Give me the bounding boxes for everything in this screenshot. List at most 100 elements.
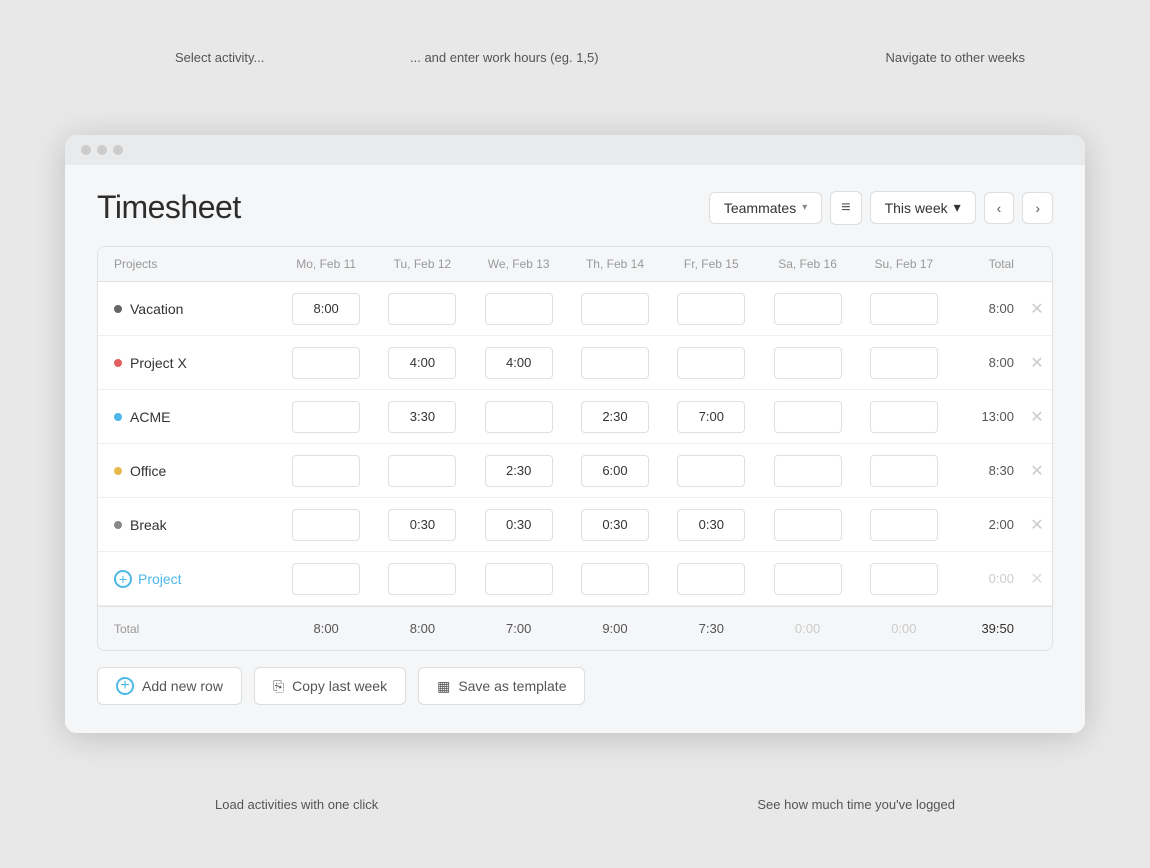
- teammates-dropdown[interactable]: Teammates ▾: [709, 192, 822, 224]
- break-sat-input[interactable]: [774, 509, 842, 541]
- add-tue[interactable]: [374, 557, 470, 601]
- break-fri[interactable]: [663, 503, 759, 547]
- office-tue[interactable]: [374, 449, 470, 493]
- add-thu[interactable]: [567, 557, 663, 601]
- add-sat-input[interactable]: [774, 563, 842, 595]
- add-mon-input[interactable]: [292, 563, 360, 595]
- add-sat[interactable]: [759, 557, 855, 601]
- add-wed[interactable]: [471, 557, 567, 601]
- acme-sat[interactable]: [759, 395, 855, 439]
- next-week-button[interactable]: ›: [1022, 192, 1053, 224]
- add-wed-input[interactable]: [485, 563, 553, 595]
- acme-sun[interactable]: [856, 395, 952, 439]
- add-remove-button[interactable]: ✕: [1022, 569, 1052, 589]
- acme-thu[interactable]: [567, 395, 663, 439]
- break-thu-input[interactable]: [581, 509, 649, 541]
- projectx-wed-input[interactable]: [485, 347, 553, 379]
- break-mon[interactable]: [278, 503, 374, 547]
- acme-mon[interactable]: [278, 395, 374, 439]
- break-wed[interactable]: [471, 503, 567, 547]
- add-thu-input[interactable]: [581, 563, 649, 595]
- projectx-sun-input[interactable]: [870, 347, 938, 379]
- vacation-sun[interactable]: [856, 287, 952, 331]
- add-sun-input[interactable]: [870, 563, 938, 595]
- vacation-fri[interactable]: [663, 287, 759, 331]
- acme-tue-input[interactable]: [388, 401, 456, 433]
- add-sun[interactable]: [856, 557, 952, 601]
- vacation-sat-input[interactable]: [774, 293, 842, 325]
- office-wed[interactable]: [471, 449, 567, 493]
- projectx-fri[interactable]: [663, 341, 759, 385]
- office-wed-input[interactable]: [485, 455, 553, 487]
- vacation-sat[interactable]: [759, 287, 855, 331]
- vacation-tue[interactable]: [374, 287, 470, 331]
- break-wed-input[interactable]: [485, 509, 553, 541]
- break-tue-input[interactable]: [388, 509, 456, 541]
- vacation-sun-input[interactable]: [870, 293, 938, 325]
- office-thu[interactable]: [567, 449, 663, 493]
- projectx-sun[interactable]: [856, 341, 952, 385]
- projectx-sat[interactable]: [759, 341, 855, 385]
- projectx-wed[interactable]: [471, 341, 567, 385]
- acme-mon-input[interactable]: [292, 401, 360, 433]
- break-remove-button[interactable]: ✕: [1022, 515, 1052, 535]
- break-sun-input[interactable]: [870, 509, 938, 541]
- acme-fri[interactable]: [663, 395, 759, 439]
- office-sun-input[interactable]: [870, 455, 938, 487]
- vacation-remove-button[interactable]: ✕: [1022, 299, 1052, 319]
- projectx-thu-input[interactable]: [581, 347, 649, 379]
- add-tue-input[interactable]: [388, 563, 456, 595]
- acme-sat-input[interactable]: [774, 401, 842, 433]
- projectx-sat-input[interactable]: [774, 347, 842, 379]
- office-sat[interactable]: [759, 449, 855, 493]
- add-fri-input[interactable]: [677, 563, 745, 595]
- office-mon-input[interactable]: [292, 455, 360, 487]
- projectx-mon-input[interactable]: [292, 347, 360, 379]
- save-as-template-button[interactable]: ▦ Save as template: [418, 667, 585, 705]
- acme-wed[interactable]: [471, 395, 567, 439]
- annotation-select-activity: Select activity...: [175, 50, 264, 65]
- office-thu-input[interactable]: [581, 455, 649, 487]
- add-fri[interactable]: [663, 557, 759, 601]
- projectx-tue[interactable]: [374, 341, 470, 385]
- vacation-thu-input[interactable]: [581, 293, 649, 325]
- projectx-mon[interactable]: [278, 341, 374, 385]
- vacation-fri-input[interactable]: [677, 293, 745, 325]
- office-remove-button[interactable]: ✕: [1022, 461, 1052, 481]
- projectx-remove-button[interactable]: ✕: [1022, 353, 1052, 373]
- vacation-wed-input[interactable]: [485, 293, 553, 325]
- office-sat-input[interactable]: [774, 455, 842, 487]
- add-mon[interactable]: [278, 557, 374, 601]
- grid-view-button[interactable]: ≡: [830, 191, 861, 225]
- break-mon-input[interactable]: [292, 509, 360, 541]
- add-new-row-button[interactable]: + Add new row: [97, 667, 242, 705]
- break-sun[interactable]: [856, 503, 952, 547]
- office-fri[interactable]: [663, 449, 759, 493]
- acme-fri-input[interactable]: [677, 401, 745, 433]
- projectx-fri-input[interactable]: [677, 347, 745, 379]
- acme-sun-input[interactable]: [870, 401, 938, 433]
- projectx-thu[interactable]: [567, 341, 663, 385]
- acme-tue[interactable]: [374, 395, 470, 439]
- acme-wed-input[interactable]: [485, 401, 553, 433]
- copy-last-week-button[interactable]: ⎘ Copy last week: [254, 667, 406, 705]
- break-fri-input[interactable]: [677, 509, 745, 541]
- break-thu[interactable]: [567, 503, 663, 547]
- acme-remove-button[interactable]: ✕: [1022, 407, 1052, 427]
- office-mon[interactable]: [278, 449, 374, 493]
- add-project-button[interactable]: + Project: [98, 562, 278, 596]
- vacation-wed[interactable]: [471, 287, 567, 331]
- office-tue-input[interactable]: [388, 455, 456, 487]
- vacation-tue-input[interactable]: [388, 293, 456, 325]
- office-fri-input[interactable]: [677, 455, 745, 487]
- this-week-button[interactable]: This week ▾: [870, 191, 976, 224]
- vacation-mon[interactable]: [278, 287, 374, 331]
- office-sun[interactable]: [856, 449, 952, 493]
- vacation-mon-input[interactable]: [292, 293, 360, 325]
- break-tue[interactable]: [374, 503, 470, 547]
- acme-thu-input[interactable]: [581, 401, 649, 433]
- projectx-tue-input[interactable]: [388, 347, 456, 379]
- break-sat[interactable]: [759, 503, 855, 547]
- vacation-thu[interactable]: [567, 287, 663, 331]
- prev-week-button[interactable]: ‹: [984, 192, 1015, 224]
